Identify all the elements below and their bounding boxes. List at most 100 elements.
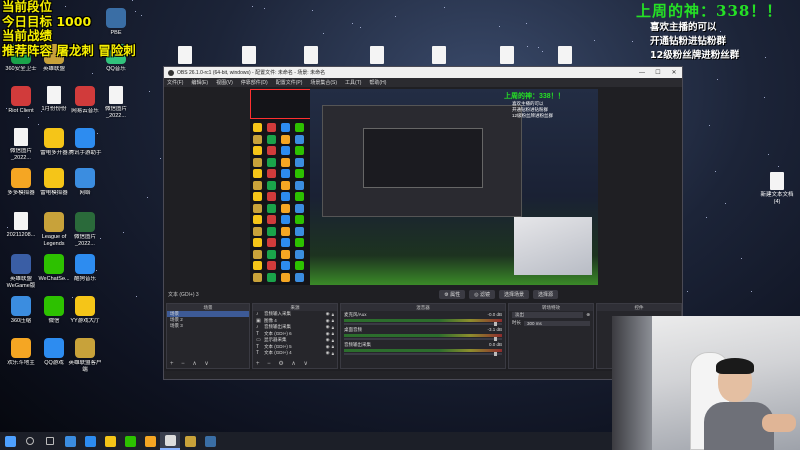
properties-button[interactable]: ⚙ 属性 (439, 289, 466, 299)
taskbar-button[interactable] (100, 432, 120, 450)
source-name: 显示器采集 (264, 337, 287, 343)
sources-footer-controls[interactable]: + − ⚙ ∧ ∨ (256, 360, 311, 367)
lock-icon[interactable]: 🔒︎ (332, 325, 334, 330)
scene-item[interactable]: 场景 3 (167, 323, 249, 329)
duration-input[interactable]: 300 ms (524, 320, 590, 326)
webcam-person-hair (716, 358, 754, 374)
volume-slider[interactable] (344, 352, 502, 356)
windows-start-icon (4, 435, 16, 447)
close-button[interactable]: ✕ (666, 69, 682, 76)
webcam-feed (612, 316, 800, 450)
lock-icon[interactable]: 🔒︎ (332, 331, 334, 336)
menu-item[interactable]: 文件(F) (167, 79, 183, 86)
app-icon (204, 435, 216, 447)
desktop-icon[interactable]: 酷狗音乐 (66, 254, 104, 283)
lock-icon[interactable]: 🔒︎ (332, 318, 334, 323)
source-type-icon: ▣ (256, 317, 261, 324)
desktop-icon-text-document[interactable]: 新建文本文档(4) (760, 172, 794, 205)
select-scene-button[interactable]: 选择场景 (498, 289, 529, 299)
app-icon (14, 212, 28, 230)
volume-slider-knob[interactable] (494, 337, 497, 341)
visibility-eye-icon[interactable]: ◉ (326, 331, 330, 337)
app-icon (75, 254, 95, 274)
taskbar-button[interactable] (20, 432, 40, 450)
obs-menubar: 文件(F) 编辑(E) 视图(V) 停靠部件(D) 配置文件(P) 场景集合(S) 工具(T… (164, 78, 682, 87)
minimize-button[interactable]: — (634, 70, 650, 76)
menu-item[interactable]: 场景集合(S) (310, 79, 337, 86)
desktop-file-icon[interactable] (166, 46, 204, 66)
desktop-icon[interactable]: 网络 (66, 168, 104, 197)
edge-icon (84, 435, 96, 447)
taskbar-button[interactable] (0, 432, 20, 450)
preview-mini-icon (281, 157, 290, 167)
menu-item[interactable]: 工具(T) (345, 79, 361, 86)
menu-item[interactable]: 停靠部件(D) (241, 79, 268, 86)
desktop-file-icon[interactable] (488, 46, 526, 66)
desktop-icon[interactable]: YY游戏大厅 (66, 296, 104, 325)
filters-button[interactable]: ◎ 滤镜 (469, 289, 495, 299)
menu-item[interactable]: 视图(V) (216, 79, 233, 86)
transitions-dock-title: 转场特效 (509, 304, 593, 311)
taskbar-button[interactable] (180, 432, 200, 450)
desktop-icon[interactable]: 微信图片_2022... (97, 86, 135, 119)
taskbar-button[interactable] (120, 432, 140, 450)
stream-overlay-left: 当前段位 今日目标 1000 当前战绩 推荐阵容 屠龙刺 冒险刺 (2, 0, 152, 58)
star (541, 50, 543, 52)
volume-slider[interactable] (344, 337, 502, 341)
taskbar-button[interactable] (200, 432, 220, 450)
volume-meter (344, 319, 502, 322)
visibility-eye-icon[interactable]: ◉ (326, 324, 330, 330)
scenes-dock-title: 场景 (167, 304, 249, 311)
desktop-icon[interactable]: 微信图片_2022... (66, 212, 104, 247)
preview-mini-icon (267, 238, 276, 247)
menu-item[interactable]: 编辑(E) (191, 79, 208, 86)
maximize-button[interactable]: ☐ (650, 69, 666, 76)
add-transition-icon[interactable]: ⊕ (586, 312, 590, 318)
visibility-eye-icon[interactable]: ◉ (326, 318, 330, 324)
app-icon (75, 168, 95, 188)
volume-slider-knob[interactable] (494, 352, 497, 356)
source-item[interactable]: T 文本 (GDI+) 4 ◉ 🔒︎ (253, 350, 337, 357)
file-icon (178, 46, 192, 64)
taskbar-button[interactable] (60, 432, 80, 450)
star (527, 46, 529, 48)
desktop-file-icon[interactable] (358, 46, 396, 66)
transition-select[interactable]: 淡出 (512, 312, 584, 318)
file-icon (304, 46, 318, 64)
taskbar-button[interactable] (40, 432, 60, 450)
overlay-line-2: 开通钻粉进钻粉群 (650, 36, 727, 47)
desktop-file-icon[interactable] (292, 46, 330, 66)
taskbar-button[interactable] (80, 432, 100, 450)
obs-titlebar[interactable]: OBS 26.1.0-rc1 (64-bit, windows) - 配置文件:… (164, 67, 682, 78)
obs-window[interactable]: OBS 26.1.0-rc1 (64-bit, windows) - 配置文件:… (163, 66, 683, 380)
volume-slider-knob[interactable] (494, 322, 497, 326)
mixer-track-name: 桌面音频 (344, 327, 362, 332)
desktop-file-icon[interactable] (546, 46, 584, 66)
menu-item[interactable]: 帮助(H) (369, 79, 386, 86)
desktop-icon[interactable]: 腾讯手游助手 (66, 128, 104, 157)
transition-select-row[interactable]: 淡出 ⊕ (509, 311, 593, 319)
visibility-eye-icon[interactable]: ◉ (326, 337, 330, 343)
desktop-file-icon[interactable] (230, 46, 268, 66)
preview-screen: 上周的神：338！！ 喜欢主播的可以 开通钻粉进钻粉群 12级粉丝牌进粉丝群 (310, 89, 598, 285)
preview-mini-icon (295, 215, 304, 224)
lock-icon[interactable]: 🔒︎ (332, 344, 334, 349)
lock-icon[interactable]: 🔒︎ (332, 351, 334, 356)
visibility-eye-icon[interactable]: ◉ (326, 350, 330, 356)
menu-item[interactable]: 配置文件(P) (276, 79, 303, 86)
scenes-footer-controls[interactable]: + − ∧ ∨ (170, 360, 212, 367)
desktop-icon[interactable]: 英雄联盟客户端 (66, 338, 104, 373)
obs-app-icon (168, 69, 174, 76)
visibility-eye-icon[interactable]: ◉ (326, 344, 330, 350)
lock-icon[interactable]: 🔒︎ (332, 312, 334, 317)
taskbar-button[interactable] (140, 432, 160, 450)
select-source-button[interactable]: 选择源 (532, 289, 558, 299)
app-icon (11, 338, 31, 358)
volume-slider[interactable] (344, 322, 502, 326)
visibility-eye-icon[interactable]: ◉ (326, 311, 330, 317)
desktop-file-icon[interactable] (420, 46, 458, 66)
lock-icon[interactable]: 🔒︎ (332, 338, 334, 343)
desktop-icon-label: 网络 (79, 190, 91, 196)
taskbar-button[interactable] (160, 432, 180, 450)
obs-preview[interactable]: 上周的神：338！！ 喜欢主播的可以 开通钻粉进钻粉群 12级粉丝牌进粉丝群 (250, 89, 598, 285)
